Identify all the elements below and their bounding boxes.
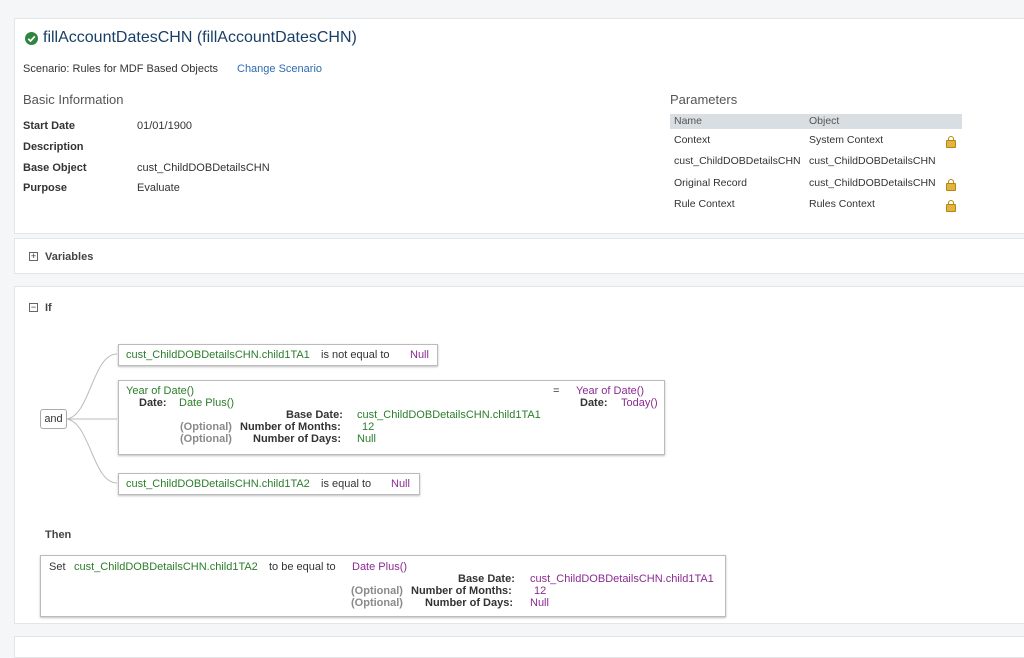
- right-date-label: Date:: [580, 397, 608, 409]
- today-func: Today(): [621, 397, 658, 409]
- days-label: Number of Days:: [253, 433, 342, 445]
- year-of-date-func: Year of Date(): [126, 385, 195, 397]
- right-year-of-date-func: Year of Date(): [576, 385, 645, 397]
- months-value: 12: [362, 421, 375, 433]
- and-connector-lines: [64, 353, 118, 484]
- condition-value: Null: [391, 478, 410, 490]
- condition-field: cust_ChildDOBDetailsCHN.child1TA1: [126, 349, 310, 361]
- condition-1[interactable]: cust_ChildDOBDetailsCHN.child1TA1 is not…: [118, 344, 438, 366]
- optional-label: (Optional): [351, 597, 403, 609]
- days-label: Number of Days:: [425, 597, 514, 609]
- condition-3[interactable]: cust_ChildDOBDetailsCHN.child1TA2 is equ…: [118, 473, 420, 495]
- then-field: cust_ChildDOBDetailsCHN.child1TA2: [74, 561, 258, 573]
- next-section-panel: [14, 636, 1024, 658]
- months-value: 12: [534, 585, 547, 597]
- months-label: Number of Months:: [411, 585, 512, 597]
- then-label: Then: [45, 529, 72, 541]
- optional-label: (Optional): [180, 433, 232, 445]
- base-date-value: cust_ChildDOBDetailsCHN.child1TA1: [530, 573, 714, 585]
- optional-label: (Optional): [180, 421, 232, 433]
- optional-label: (Optional): [351, 585, 403, 597]
- days-value: Null: [530, 597, 549, 609]
- date-label: Date:: [139, 397, 167, 409]
- condition-operator: is not equal to: [321, 349, 390, 361]
- equals-operator: =: [553, 385, 560, 397]
- then-operator: to be equal to: [269, 561, 336, 573]
- days-value: Null: [357, 433, 376, 445]
- condition-field: cust_ChildDOBDetailsCHN.child1TA2: [126, 478, 310, 490]
- condition-value: Null: [410, 349, 429, 361]
- and-operator-button[interactable]: and: [40, 409, 67, 429]
- then-func: Date Plus(): [352, 561, 408, 573]
- base-date-value: cust_ChildDOBDetailsCHN.child1TA1: [357, 409, 541, 421]
- then-action[interactable]: Set cust_ChildDOBDetailsCHN.child1TA2 to…: [40, 555, 726, 617]
- months-label: Number of Months:: [240, 421, 341, 433]
- set-label: Set: [49, 561, 66, 573]
- base-date-label: Base Date:: [286, 409, 343, 421]
- date-plus-func: Date Plus(): [179, 397, 235, 409]
- condition-operator: is equal to: [321, 478, 372, 490]
- base-date-label: Base Date:: [458, 573, 515, 585]
- condition-2[interactable]: Year of Date() Date: Date Plus() Base Da…: [118, 380, 665, 455]
